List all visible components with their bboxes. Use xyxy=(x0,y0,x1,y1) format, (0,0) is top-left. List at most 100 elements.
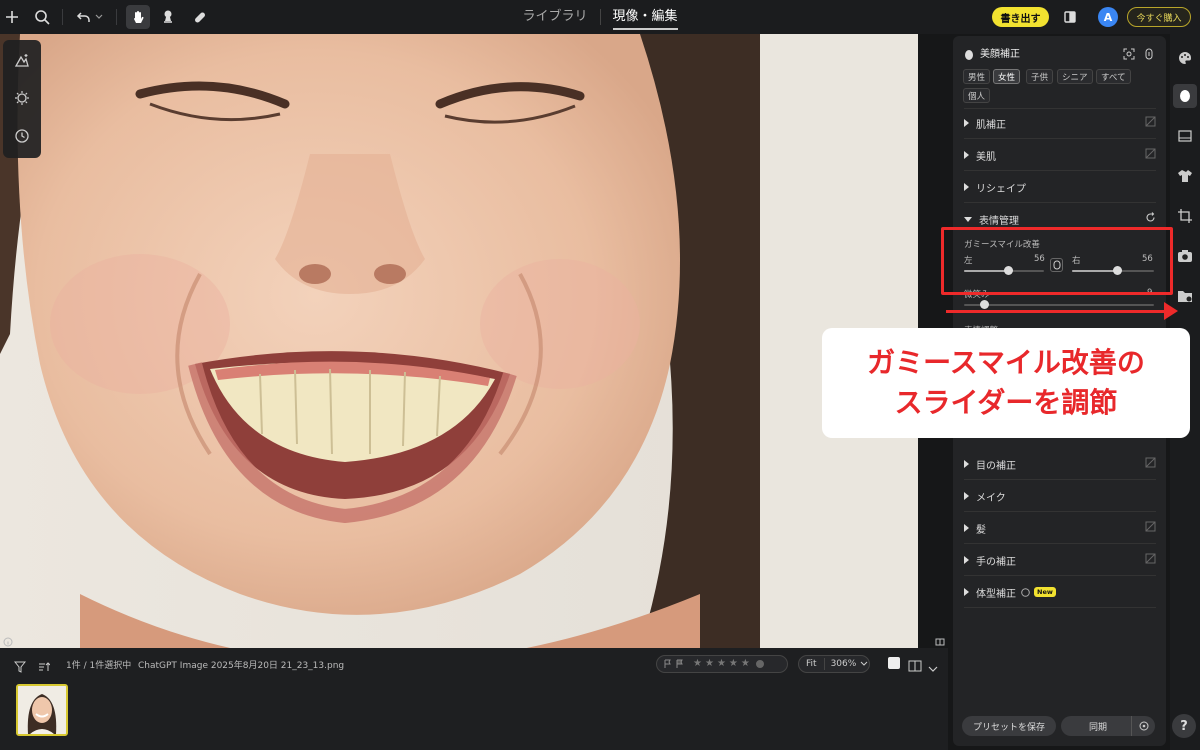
sync-button[interactable]: 同期 xyxy=(1061,716,1155,736)
star-icon[interactable]: ★ xyxy=(693,659,702,669)
portrait-photo xyxy=(0,34,918,648)
info-icon[interactable] xyxy=(3,632,13,647)
selection-count: 1件 / 1件選択中 xyxy=(66,661,132,671)
star-icon[interactable]: ★ xyxy=(729,659,738,669)
zoom-divider xyxy=(823,658,825,670)
palette-icon[interactable] xyxy=(1173,46,1197,70)
section-label: メイク xyxy=(976,492,1006,504)
section-hair[interactable]: 髪 xyxy=(964,517,1156,539)
expand-icon xyxy=(964,588,969,596)
section-skin-correction[interactable]: 肌補正 xyxy=(964,112,1156,134)
section-makeup[interactable]: メイク xyxy=(964,485,1156,507)
expand-icon xyxy=(964,151,969,159)
divider xyxy=(964,511,1156,512)
section-label: 手の補正 xyxy=(976,556,1016,568)
link-icon[interactable] xyxy=(1143,45,1155,60)
save-preset-button[interactable]: プリセットを保存 xyxy=(962,716,1056,736)
chip-male[interactable]: 男性 xyxy=(963,69,991,84)
reset-icon[interactable] xyxy=(1145,212,1156,226)
divider xyxy=(964,575,1156,576)
chip-all[interactable]: すべて xyxy=(1096,69,1131,84)
star-icon[interactable]: ★ xyxy=(741,659,750,669)
panel-title: 美顔補正 xyxy=(980,49,1020,60)
section-beauty-skin[interactable]: 美肌 xyxy=(964,144,1156,166)
face-detect-icon[interactable] xyxy=(1123,45,1135,60)
section-label: リシェイプ xyxy=(976,183,1026,195)
expand-icon xyxy=(964,556,969,564)
section-label: 表情管理 xyxy=(979,215,1019,227)
collapse-icon xyxy=(964,216,972,222)
divider xyxy=(964,138,1156,139)
face-retouch-icon[interactable] xyxy=(1173,84,1197,108)
section-reshape[interactable]: リシェイプ xyxy=(964,176,1156,198)
buy-now-button[interactable]: 今すぐ購入 xyxy=(1127,7,1191,27)
expand-icon xyxy=(964,183,969,191)
before-after-icon[interactable] xyxy=(908,657,922,672)
reject-flag-icon[interactable] xyxy=(675,659,685,669)
expand-icon xyxy=(964,460,969,468)
chip-child[interactable]: 子供 xyxy=(1026,69,1054,84)
filmstrip-thumbnail[interactable] xyxy=(16,684,68,736)
auto-adjust-icon[interactable] xyxy=(10,48,34,72)
brightness-icon[interactable] xyxy=(10,86,34,110)
divider xyxy=(964,607,1156,608)
sort-icon[interactable] xyxy=(38,658,51,671)
color-label-dot[interactable] xyxy=(755,660,764,668)
filter-icon[interactable] xyxy=(13,658,27,673)
crop-icon[interactable] xyxy=(1173,204,1197,228)
divider xyxy=(964,108,1156,109)
single-view-icon[interactable] xyxy=(888,657,900,669)
panel-toggle-icon[interactable] xyxy=(935,632,945,646)
reset-disabled-icon[interactable] xyxy=(1145,521,1156,535)
clothing-icon[interactable] xyxy=(1173,164,1197,188)
expand-icon xyxy=(964,524,969,532)
reset-disabled-icon[interactable] xyxy=(1145,116,1156,130)
section-label: 髪 xyxy=(976,524,986,536)
section-label: 美肌 xyxy=(976,151,996,163)
star-icon[interactable]: ★ xyxy=(705,659,714,669)
chip-female[interactable]: 女性 xyxy=(993,69,1021,84)
avatar[interactable]: A xyxy=(1098,7,1118,27)
export-button[interactable]: 書き出す xyxy=(992,7,1049,27)
info-icon[interactable] xyxy=(1021,587,1030,597)
background-icon[interactable] xyxy=(1173,124,1197,148)
zoom-level[interactable]: 306% xyxy=(831,659,857,669)
sync-label: 同期 xyxy=(1088,722,1107,733)
reset-disabled-icon[interactable] xyxy=(1145,457,1156,471)
divider xyxy=(964,479,1156,480)
left-tool-palette xyxy=(3,40,41,158)
callout-line-2: スライダーを調節 xyxy=(894,386,1118,419)
reset-disabled-icon[interactable] xyxy=(1145,553,1156,567)
sync-settings-icon[interactable] xyxy=(1131,716,1155,736)
new-badge: New xyxy=(1034,587,1056,597)
smile-slider-knob[interactable] xyxy=(980,300,989,309)
star-icon[interactable]: ★ xyxy=(717,659,726,669)
divider xyxy=(964,202,1156,203)
section-hand-correction[interactable]: 手の補正 xyxy=(964,549,1156,571)
chip-individual[interactable]: 個人 xyxy=(963,88,991,103)
smile-slider[interactable] xyxy=(964,304,1154,306)
zoom-chevron-icon[interactable] xyxy=(860,660,868,668)
flag-icon[interactable] xyxy=(663,659,673,669)
section-body-shape[interactable]: 体型補正 New xyxy=(964,581,1156,603)
section-eye-correction[interactable]: 目の補正 xyxy=(964,453,1156,475)
fit-button[interactable]: Fit xyxy=(806,659,817,669)
reset-disabled-icon[interactable] xyxy=(1145,148,1156,162)
chip-senior[interactable]: シニア xyxy=(1057,69,1093,84)
help-button[interactable]: ? xyxy=(1172,714,1196,738)
section-label: 体型補正 xyxy=(976,588,1016,600)
photo-canvas[interactable] xyxy=(0,34,918,648)
tab-library[interactable]: ライブラリ xyxy=(510,0,599,34)
tab-develop-edit[interactable]: 現像・編集 xyxy=(601,0,690,34)
face-icon xyxy=(964,46,974,60)
file-name: ChatGPT Image 2025年8月20日 21_23_13.png xyxy=(138,661,345,671)
camera-icon[interactable] xyxy=(1173,244,1197,268)
zoom-control: Fit 306% xyxy=(798,655,870,673)
filmstrip-panel: 1件 / 1件選択中 ChatGPT Image 2025年8月20日 21_2… xyxy=(0,648,948,750)
section-label: 目の補正 xyxy=(976,460,1016,472)
view-chevron-icon[interactable] xyxy=(928,659,938,672)
history-icon[interactable] xyxy=(10,124,34,148)
rating-control: ★ ★ ★ ★ ★ xyxy=(656,655,788,673)
compare-icon[interactable] xyxy=(1058,5,1082,29)
star-rating[interactable]: ★ ★ ★ ★ ★ xyxy=(693,659,750,669)
